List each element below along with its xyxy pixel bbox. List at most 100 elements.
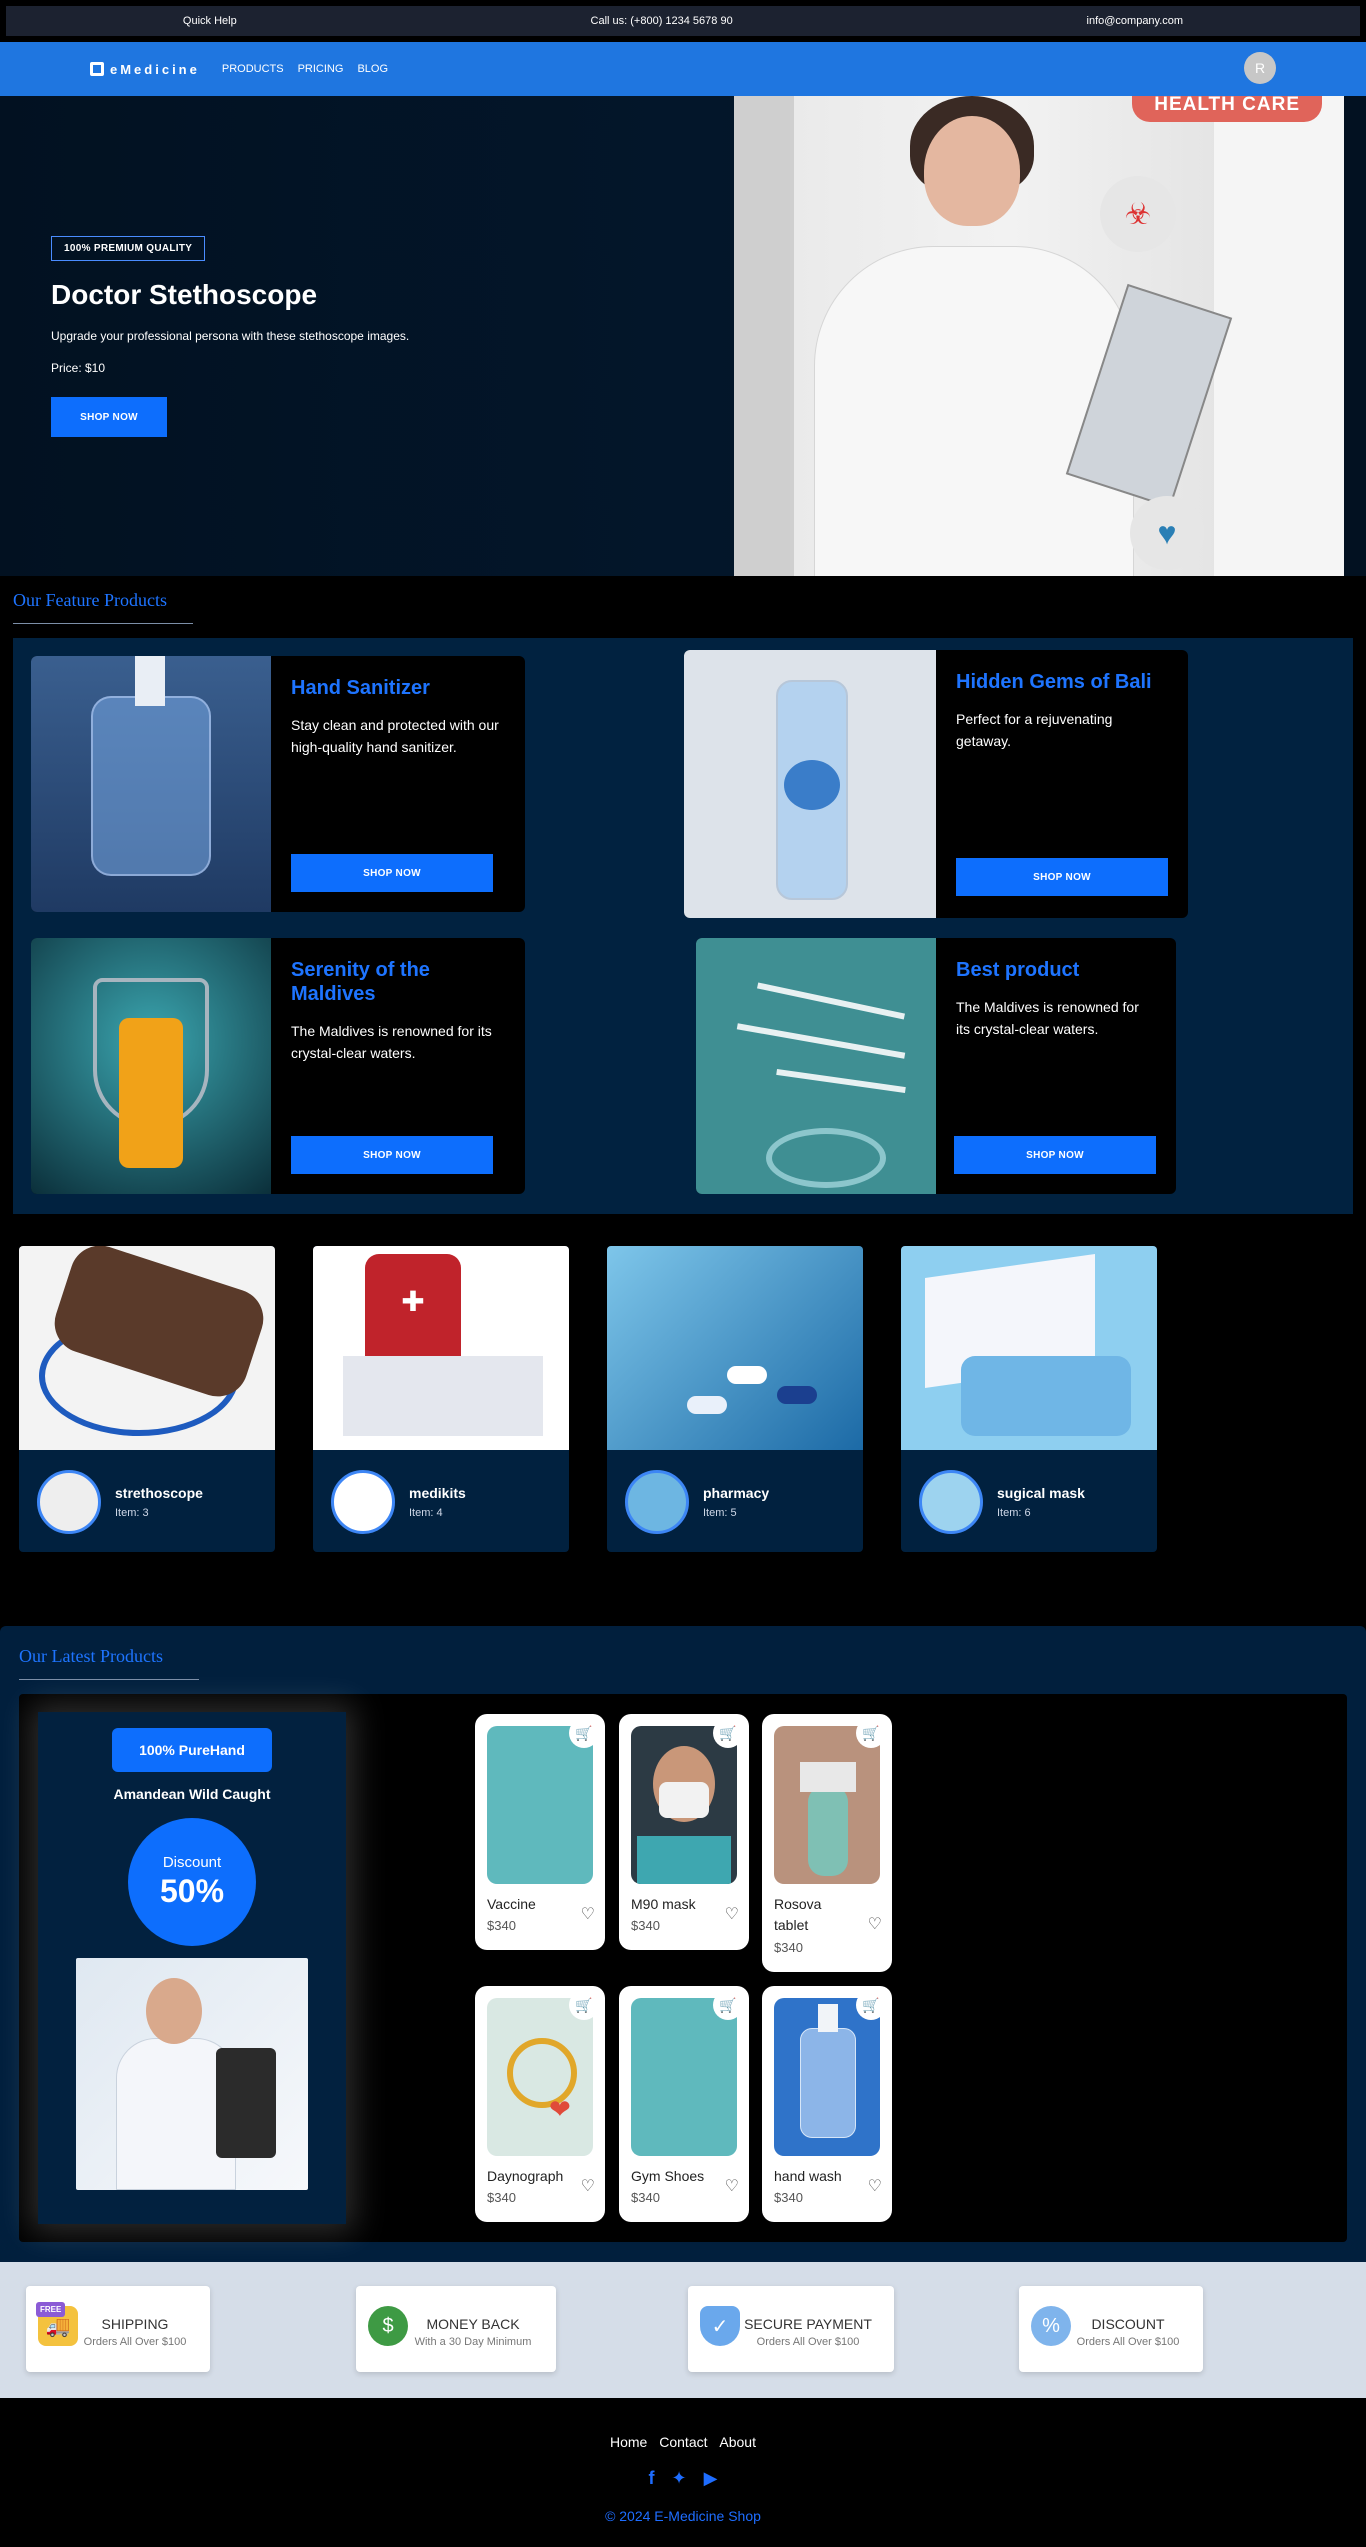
category-count: Item: 6 [997, 1507, 1031, 1519]
surgical-mask [961, 1356, 1131, 1436]
quick-help-link[interactable]: Quick Help [183, 15, 237, 27]
discount-label: Discount [162, 1854, 222, 1871]
category-thumb [331, 1470, 395, 1534]
heart-icon[interactable]: ♡ [581, 1904, 595, 1924]
hero-price: Price: $10 [51, 361, 106, 375]
product-card[interactable]: ❤ 🛒 Daynograph $340 ♡ [475, 1986, 605, 2222]
page: Quick Help Call us: (+800) 1234 5678 90 … [0, 0, 1366, 2547]
product-card[interactable]: 🛒 hand wash $340 ♡ [762, 1986, 892, 2222]
product-price: $340 [487, 1918, 516, 1933]
product-card[interactable]: 🛒 Vaccine $340 ♡ [475, 1714, 605, 1950]
heart-icon[interactable]: ♡ [725, 2176, 739, 2196]
feature-money-back: $ MONEY BACK With a 30 Day Minimum [356, 2286, 556, 2372]
hero-title: Doctor Stethoscope [51, 279, 318, 310]
promo-name: Amandean Wild Caught [113, 1786, 271, 1802]
product-card[interactable]: 🛒 Gym Shoes $340 ♡ [619, 1986, 749, 2222]
microscope [216, 2048, 276, 2158]
feature-card-description: Perfect for a rejuvenating getaway. [956, 711, 1113, 749]
product-price: $340 [631, 1918, 660, 1933]
footer-link-about[interactable]: About [719, 2434, 756, 2450]
latest-section-title: Our Latest Products [19, 1646, 163, 1666]
handwash-pump [818, 2004, 838, 2032]
product-image [631, 1998, 737, 2156]
logo[interactable]: eMedicine [90, 62, 200, 77]
category-card[interactable]: strethoscope Item: 3 [19, 1246, 275, 1552]
twitter-icon[interactable]: ✦ [672, 2468, 687, 2488]
doctor-face [924, 116, 1020, 226]
sepnil-label [784, 760, 840, 810]
cart-icon[interactable]: 🛒 [713, 1990, 743, 2020]
cart-icon[interactable]: 🛒 [569, 1718, 599, 1748]
youtube-icon[interactable]: ▶ [704, 2468, 718, 2488]
syringe [776, 1068, 906, 1094]
heart-icon[interactable]: ♡ [868, 1914, 882, 1934]
category-footer: strethoscope Item: 3 [37, 1470, 203, 1534]
heart-icon[interactable]: ♡ [581, 2176, 595, 2196]
top-strip: Quick Help Call us: (+800) 1234 5678 90 … [0, 0, 1366, 42]
category-count: Item: 3 [115, 1507, 149, 1519]
feature-card-title: Serenity of the Maldives [291, 959, 430, 1005]
mask-strap [766, 1128, 886, 1188]
featured-section-title: Our Feature Products [13, 590, 167, 610]
feature-shipping: FREE 🚚 SHIPPING Orders All Over $100 [26, 2286, 210, 2372]
hero-bg-door [1214, 96, 1344, 576]
feature-shop-now-button[interactable]: SHOP NOW [956, 858, 1168, 896]
facebook-icon[interactable]: f [649, 2468, 655, 2488]
cart-icon[interactable]: 🛒 [569, 1990, 599, 2020]
feature-shop-now-button[interactable]: SHOP NOW [291, 1136, 493, 1174]
product-card[interactable]: 🛒 Rosova tablet $340 ♡ [762, 1714, 892, 1972]
feature-subtitle: Orders All Over $100 [756, 2336, 860, 2348]
product-price: $340 [487, 2190, 516, 2205]
feature-shop-now-button[interactable]: SHOP NOW [291, 854, 493, 892]
product-card[interactable]: 🛒 M90 mask $340 ♡ [619, 1714, 749, 1950]
handwash-bottle [800, 2028, 856, 2138]
product-image: ❤ [487, 1998, 593, 2156]
nav-blog[interactable]: BLOG [357, 63, 388, 75]
tablet-strip [800, 1762, 856, 1792]
cart-icon[interactable]: 🛒 [713, 1718, 743, 1748]
latest-header: Our Latest Products [19, 1646, 199, 1680]
user-avatar[interactable]: R [1244, 52, 1276, 84]
hero-content: 100% PREMIUM QUALITY Doctor Stethoscope … [51, 236, 409, 437]
category-card[interactable]: pharmacy Item: 5 [607, 1246, 863, 1552]
category-image: ✚ [313, 1246, 569, 1450]
footer-links: Home Contact About [0, 2434, 1366, 2450]
scientist-face [146, 1978, 202, 2044]
health-care-label: HEALTH CARE [1132, 96, 1322, 122]
heart-icon[interactable]: ♡ [725, 1904, 739, 1924]
feature-card-title: Hand Sanitizer [291, 677, 430, 699]
cart-icon[interactable]: 🛒 [856, 1718, 886, 1748]
nav-pricing[interactable]: PRICING [298, 63, 344, 75]
feature-shop-now-button[interactable]: SHOP NOW [954, 1136, 1156, 1174]
category-name: medikits [409, 1485, 466, 1501]
sanitizer-bottle [91, 696, 211, 876]
glove-shape [808, 1786, 848, 1876]
nav-products[interactable]: PRODUCTS [222, 63, 284, 75]
cart-icon[interactable]: 🛒 [856, 1990, 886, 2020]
feature-card: Hidden Gems of Bali Perfect for a rejuve… [684, 650, 1188, 918]
heart-icon[interactable]: ♡ [868, 2176, 882, 2196]
featured-header: Our Feature Products [13, 590, 193, 624]
footer-link-home[interactable]: Home [610, 2434, 647, 2450]
product-image [774, 1726, 880, 1884]
featured-panel: Hand Sanitizer Stay clean and protected … [13, 638, 1353, 1214]
category-count: Item: 5 [703, 1507, 737, 1519]
promo-badge[interactable]: 100% PureHand [112, 1728, 272, 1772]
social-icons: f ✦ ▶ [0, 2468, 1366, 2489]
title-underline [13, 623, 193, 624]
heartbeat-icon: ♥ [1130, 496, 1204, 570]
scientist-image [76, 1958, 308, 2190]
product-image [631, 1726, 737, 1884]
product-name: Rosova tablet [774, 1896, 822, 1933]
product-price: $340 [774, 1940, 803, 1955]
category-card[interactable]: sugical mask Item: 6 [901, 1246, 1157, 1552]
hand-sanitizer-shield-image [31, 938, 271, 1194]
footer-link-contact[interactable]: Contact [659, 2434, 707, 2450]
category-card[interactable]: ✚ medikits Item: 4 [313, 1246, 569, 1552]
logo-icon [90, 62, 104, 76]
feature-card-title: Best product [956, 959, 1080, 981]
category-image [19, 1246, 275, 1450]
email-info[interactable]: info@company.com [1087, 15, 1184, 27]
hero-shop-now-button[interactable]: SHOP NOW [51, 397, 167, 437]
category-footer: medikits Item: 4 [331, 1470, 466, 1534]
